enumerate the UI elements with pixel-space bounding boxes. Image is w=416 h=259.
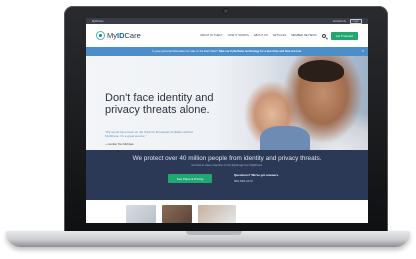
hero-family-photo: [218, 56, 368, 150]
nav-about-id-theft[interactable]: About ID Theft: [200, 34, 223, 37]
announcement-banner: Is your personal information for sale on…: [86, 47, 368, 56]
stats-subheading: Get best-in-class protection for the dig…: [191, 164, 263, 167]
search-icon[interactable]: [321, 33, 326, 38]
nav-member-reviews[interactable]: Member Reviews: [291, 34, 316, 37]
stats-heading: We protect over 40 million people from i…: [132, 155, 322, 162]
main-nav: About ID Theft How It Works About Us Art…: [200, 31, 358, 40]
hero-quote-cite: —member Tom Michigan: [105, 143, 134, 146]
lower-section: [86, 200, 368, 223]
banner-link[interactable]: Take our CyberScan technology for a test…: [219, 50, 302, 53]
feature-image: [162, 205, 192, 223]
contact-question: Questions? We've got answers.: [234, 173, 280, 177]
logo-text: MyIDCare: [107, 31, 141, 40]
utility-links: Contact Us Login: [333, 18, 362, 24]
nav-about-us[interactable]: About Us: [254, 34, 268, 37]
login-button[interactable]: Login: [349, 18, 362, 24]
browser-viewport: MyIDCare Contact Us Login MyIDCare About…: [86, 18, 368, 223]
site-header: MyIDCare About ID Theft How It Works Abo…: [86, 24, 368, 47]
hero-photo-detail: [260, 126, 310, 150]
feature-image: [198, 205, 236, 223]
feature-image: [126, 205, 156, 223]
see-plans-button[interactable]: See Plans & Pricing: [168, 174, 212, 183]
utility-brand-label: MyIDCare: [92, 19, 104, 23]
webcam: [224, 9, 228, 13]
banner-text: Is your personal information for sale on…: [152, 50, 218, 53]
hero-title: Don't face identity and privacy threats …: [105, 92, 214, 116]
laptop-base: [6, 231, 410, 247]
nav-how-it-works[interactable]: How It Works: [228, 34, 249, 37]
nav-articles[interactable]: Articles: [273, 34, 286, 37]
stats-section: We protect over 40 million people from i…: [86, 150, 368, 200]
hero-quote: "We would have been on the hook for thou…: [105, 130, 193, 138]
close-icon[interactable]: ×: [362, 49, 364, 53]
logo-mark-icon: [96, 31, 105, 40]
laptop-notch: [186, 231, 242, 235]
hero-photo-detail: [298, 60, 344, 82]
contact-phone[interactable]: 800-939-4170: [234, 179, 294, 183]
get-protected-button[interactable]: Get Protected: [330, 31, 358, 40]
utility-brand: MyIDCare: [92, 20, 104, 23]
logo[interactable]: MyIDCare: [96, 31, 141, 40]
contact-link[interactable]: Contact Us: [333, 20, 346, 23]
hero-section: Don't face identity and privacy threats …: [86, 56, 368, 150]
